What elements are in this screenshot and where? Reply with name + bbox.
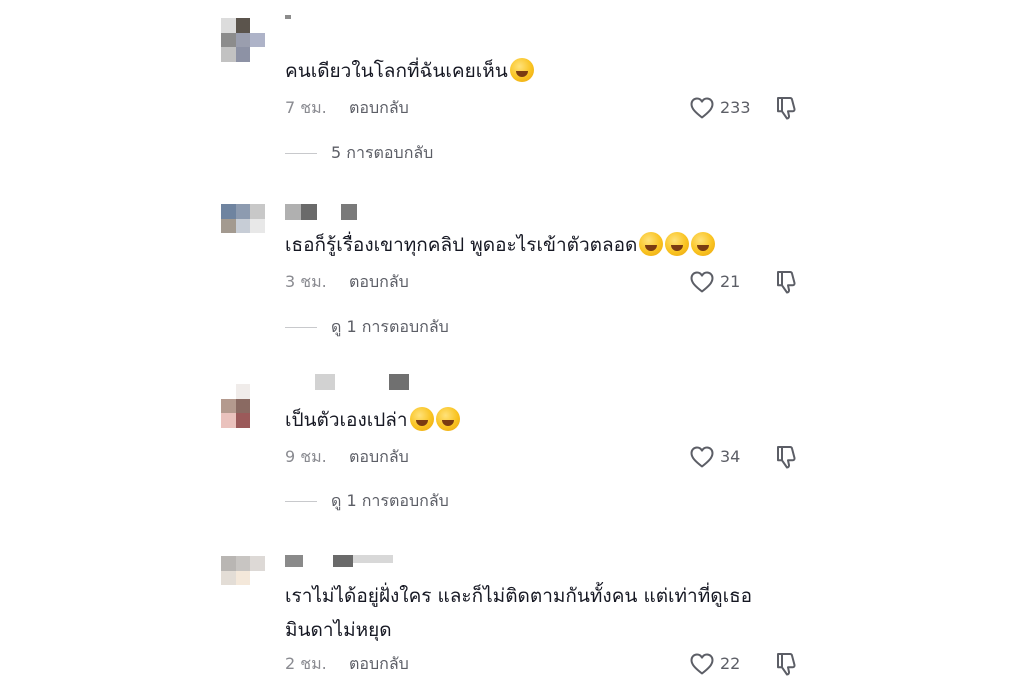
reply-button[interactable]: ตอบกลับ [349,270,409,294]
thread-line [285,152,317,154]
username-pixelated[interactable] [285,204,357,220]
avatar[interactable] [221,384,265,428]
username-pixelated[interactable] [285,555,393,571]
heart-outline-icon [690,97,714,119]
dislike-button[interactable] [775,270,797,294]
replies-count-label: 5 การตอบกลับ [331,143,434,162]
comments-panel: คนเดียวในโลกที่ฉันเคยเห็น 7 ชม. ตอบกลับ … [205,0,821,684]
comment-text: คนเดียวในโลกที่ฉันเคยเห็น [285,54,805,88]
reply-button[interactable]: ตอบกลับ [349,445,409,469]
avatar[interactable] [221,204,265,248]
username-pixelated[interactable] [285,15,291,31]
heart-outline-icon [690,653,714,675]
thumbs-down-outline-icon [777,97,796,120]
comment-text: เธอก็รู้เรื่องเขาทุกคลิป พูดอะไรเข้าตัวต… [285,228,805,262]
like-button[interactable]: 34 [690,445,740,469]
comment-meta: 2 ชม. ตอบกลับ 22 [285,652,805,676]
rofl-emoji-icon [639,232,664,256]
comment-text: เป็นตัวเองเปล่า [285,403,805,437]
view-replies-toggle[interactable]: 5 การตอบกลับ [285,142,433,164]
rofl-emoji-icon [691,232,716,256]
replies-count-label: ดู 1 การตอบกลับ [331,491,449,510]
thumbs-down-outline-icon [777,271,796,294]
thread-line [285,326,317,328]
rofl-emoji-icon [665,232,690,256]
like-count: 233 [720,98,751,117]
view-replies-toggle[interactable]: ดู 1 การตอบกลับ [285,490,449,512]
reply-button[interactable]: ตอบกลับ [349,652,409,676]
dislike-button[interactable] [775,445,797,469]
comment-text-content: เธอก็รู้เรื่องเขาทุกคลิป พูดอะไรเข้าตัวต… [285,234,638,256]
like-button[interactable]: 233 [690,96,751,120]
comment-text-content: เป็นตัวเองเปล่า [285,409,408,431]
dislike-button[interactable] [775,96,797,120]
like-button[interactable]: 22 [690,652,740,676]
comment-meta: 7 ชม. ตอบกลับ 233 [285,96,805,120]
comment-text-line: มินดาไม่หยุด [285,619,392,641]
comment-time: 3 ชม. [285,272,327,291]
reply-button[interactable]: ตอบกลับ [349,96,409,120]
like-count: 22 [720,654,741,673]
comment-meta: 3 ชม. ตอบกลับ 21 [285,270,805,294]
heart-outline-icon [690,446,714,468]
heart-outline-icon [690,271,714,293]
like-count: 34 [720,447,741,466]
username-pixelated[interactable] [285,374,409,390]
grinning-sweat-emoji-icon [509,58,534,82]
comment-time: 7 ชม. [285,98,327,117]
view-replies-toggle[interactable]: ดู 1 การตอบกลับ [285,316,449,338]
comment-text-line: เราไม่ได้อยู่ฝั่งใคร และก็ไม่ติดตามกันทั… [285,585,753,607]
comment-time: 9 ชม. [285,447,327,466]
dislike-button[interactable] [775,652,797,676]
like-button[interactable]: 21 [690,270,740,294]
comment-text: เราไม่ได้อยู่ฝั่งใคร และก็ไม่ติดตามกันทั… [285,579,805,647]
rofl-emoji-icon [435,407,460,431]
rofl-emoji-icon [409,407,434,431]
avatar[interactable] [221,18,265,62]
thread-line [285,500,317,502]
like-count: 21 [720,272,741,291]
comment-text-content: คนเดียวในโลกที่ฉันเคยเห็น [285,60,508,82]
replies-count-label: ดู 1 การตอบกลับ [331,317,449,336]
comment-time: 2 ชม. [285,654,327,673]
comment-meta: 9 ชม. ตอบกลับ 34 [285,445,805,469]
thumbs-down-outline-icon [777,653,796,676]
thumbs-down-outline-icon [777,446,796,469]
avatar[interactable] [221,556,265,600]
